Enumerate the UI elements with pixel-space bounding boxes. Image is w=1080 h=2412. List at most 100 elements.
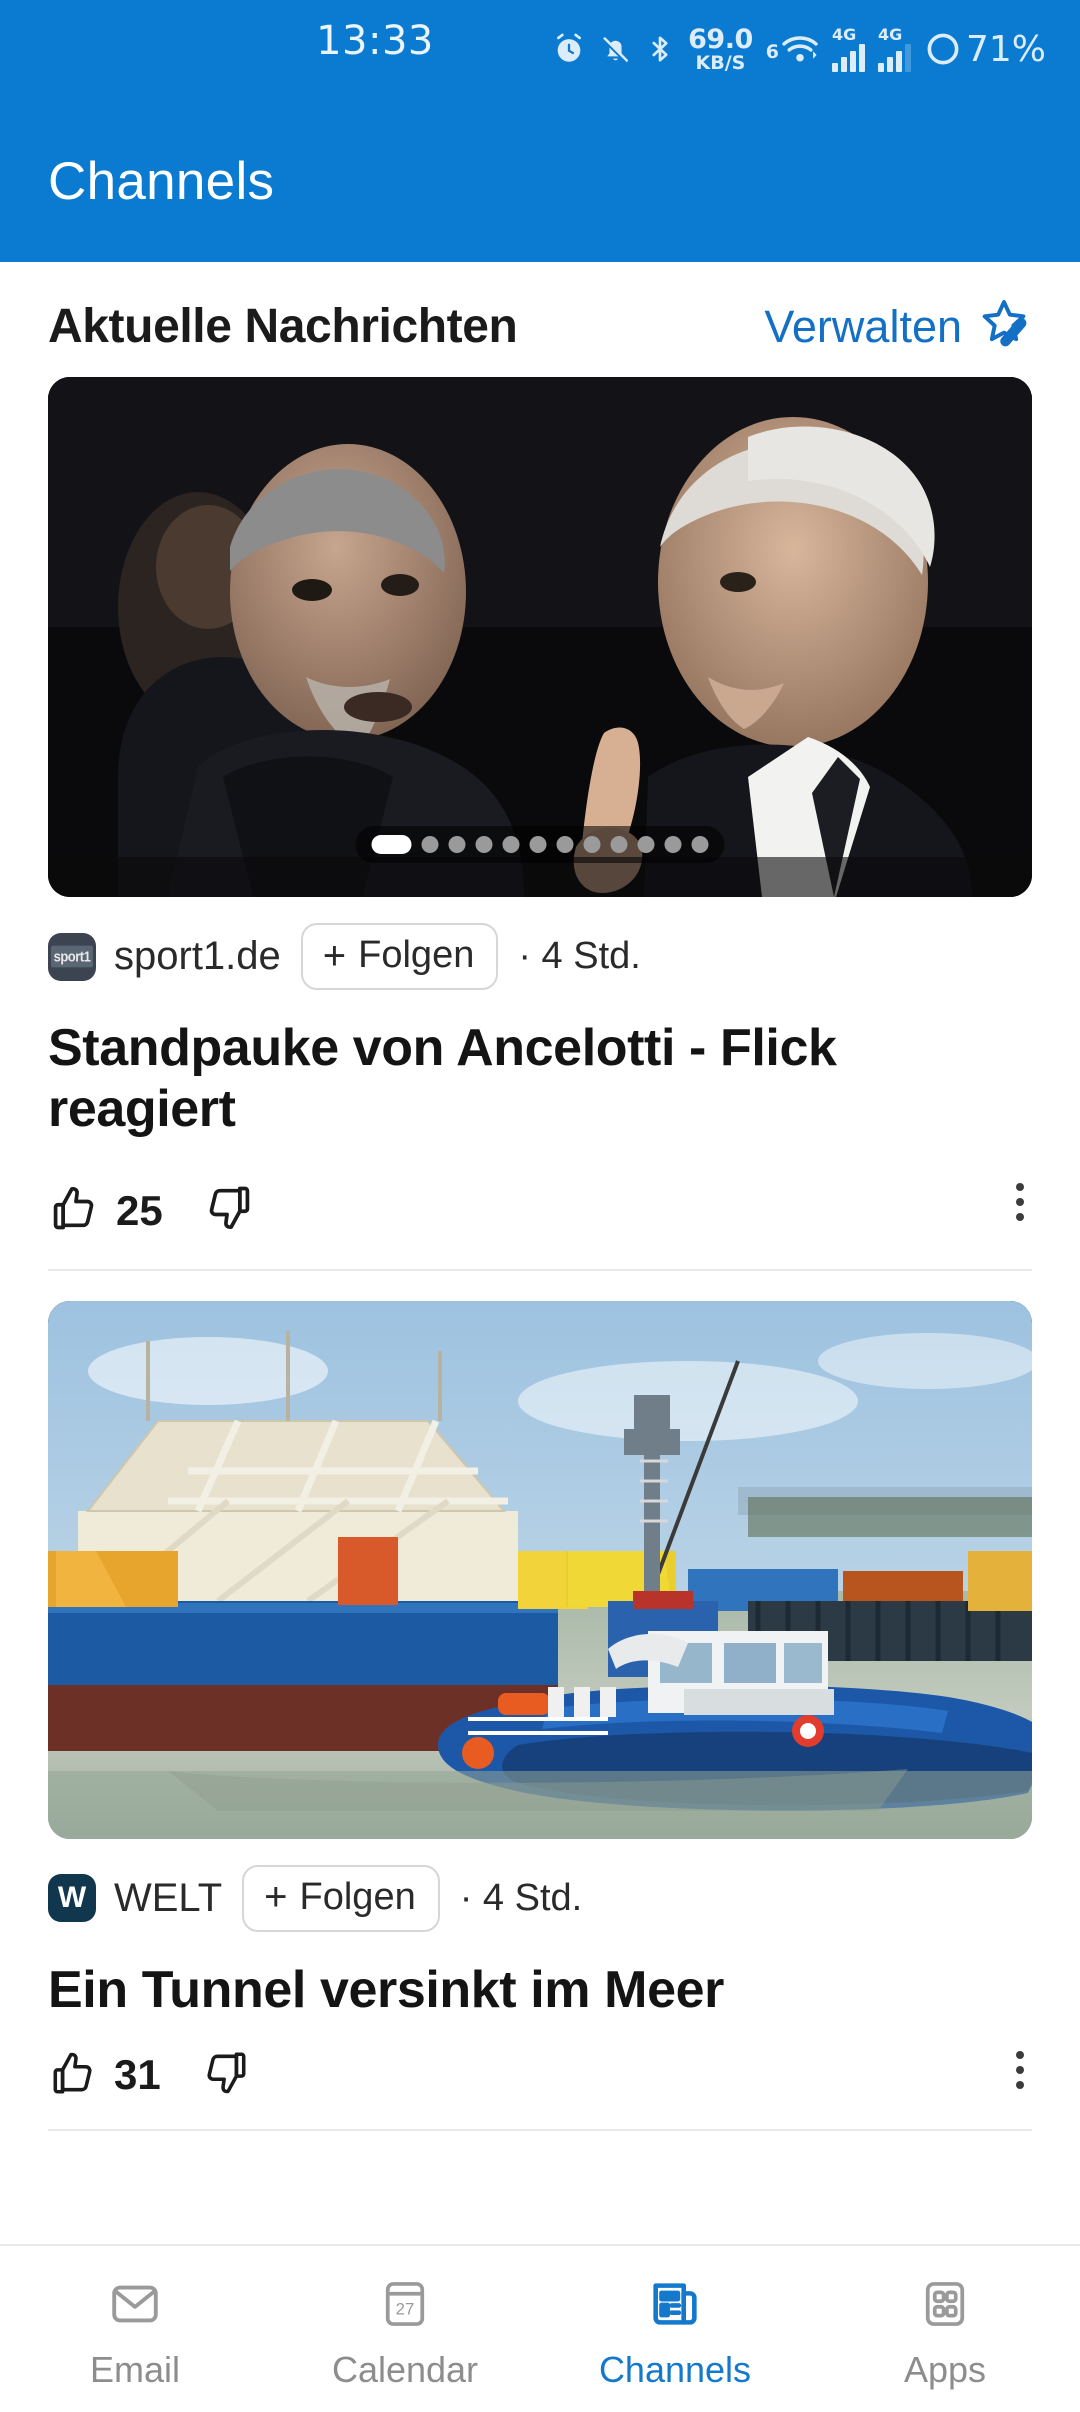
article-age: · 4 Std. bbox=[518, 935, 641, 977]
kebab-dot bbox=[1016, 2066, 1024, 2075]
app-root: 13:33 69.0 KB/S 6 4G 4G 71% Channels Akt… bbox=[0, 0, 1080, 2412]
sim2-network-label: 4G bbox=[877, 24, 903, 44]
thumbs-up-icon bbox=[48, 1182, 100, 1239]
article-menu-button[interactable] bbox=[1016, 1182, 1024, 1221]
carousel-dot[interactable] bbox=[502, 836, 520, 853]
article-meta: sport1 sport1.de + Folgen · 4 Std. bbox=[48, 897, 1032, 990]
follow-label: Folgen bbox=[358, 934, 475, 976]
kebab-dot bbox=[1016, 1182, 1024, 1191]
signal-bars bbox=[877, 43, 911, 72]
source-name: WELT bbox=[114, 1875, 223, 1920]
like-button[interactable]: 25 bbox=[48, 1182, 163, 1239]
carousel-dot[interactable] bbox=[556, 836, 574, 853]
article-actions: 25 bbox=[48, 1141, 1032, 1247]
network-speed-unit: KB/S bbox=[695, 51, 746, 74]
app-header: 13:33 69.0 KB/S 6 4G 4G 71% Channels bbox=[0, 0, 1080, 262]
grid-apps-icon bbox=[917, 2273, 973, 2335]
nav-label-channels: Channels bbox=[598, 2349, 752, 2390]
wifi-icon: 6 bbox=[766, 33, 819, 65]
bluetooth-icon bbox=[645, 32, 675, 66]
source-favicon-text: sport1 bbox=[50, 945, 94, 968]
kebab-dot bbox=[1016, 2081, 1024, 2090]
article-menu-button[interactable] bbox=[1016, 2051, 1024, 2090]
star-edit-icon bbox=[976, 296, 1032, 357]
nav-item-calendar[interactable]: 27 Calendar bbox=[270, 2246, 540, 2412]
sim1-network-label: 4G bbox=[831, 24, 857, 44]
article-age: · 4 Std. bbox=[459, 1876, 583, 1919]
carousel-dot[interactable] bbox=[448, 836, 466, 853]
kebab-dot bbox=[1016, 1197, 1024, 1206]
dislike-button[interactable] bbox=[203, 1182, 255, 1239]
plus-icon: + bbox=[322, 933, 347, 978]
wifi-generation-label: 6 bbox=[765, 41, 779, 63]
carousel-dot[interactable] bbox=[421, 836, 439, 853]
manage-button[interactable]: Verwalten bbox=[764, 296, 1032, 357]
bell-muted-icon bbox=[599, 33, 632, 66]
battery-percent-label: 71% bbox=[965, 28, 1046, 70]
article-image-art bbox=[48, 377, 1032, 897]
page-title: Channels bbox=[48, 151, 275, 211]
like-count: 31 bbox=[114, 2051, 161, 2099]
source-favicon: W bbox=[48, 1874, 96, 1923]
kebab-dot bbox=[1016, 2051, 1024, 2060]
carousel-indicator[interactable] bbox=[355, 826, 725, 863]
nav-label-apps: Apps bbox=[903, 2349, 987, 2390]
battery-icon: 71% bbox=[924, 29, 1046, 70]
svg-text:27: 27 bbox=[396, 2299, 415, 2318]
newspaper-icon bbox=[646, 2273, 704, 2335]
calendar-icon: 27 bbox=[377, 2273, 433, 2335]
article-image[interactable] bbox=[48, 1300, 1032, 1839]
article-headline[interactable]: Standpauke von Ancelotti - Flick reagier… bbox=[48, 990, 988, 1141]
app-bar: Channels bbox=[0, 100, 1080, 262]
article-divider bbox=[48, 2129, 1032, 2132]
signal-icon: 4G bbox=[877, 24, 911, 72]
envelope-icon bbox=[106, 2273, 164, 2335]
carousel-dot[interactable] bbox=[637, 836, 655, 853]
section-title: Aktuelle Nachrichten bbox=[48, 300, 518, 353]
status-bar: 13:33 69.0 KB/S 6 4G 4G 71% bbox=[0, 0, 1080, 100]
bottom-navigation: Email 27 Calendar Channels Apps bbox=[0, 2244, 1080, 2412]
alarm-clock-icon bbox=[552, 32, 586, 66]
nav-item-channels[interactable]: Channels bbox=[540, 2246, 810, 2412]
article-image-art bbox=[48, 1300, 1032, 1839]
like-count: 25 bbox=[116, 1186, 163, 1234]
signal-bars bbox=[831, 43, 865, 72]
kebab-dot bbox=[1016, 1212, 1024, 1221]
carousel-dot[interactable] bbox=[583, 836, 601, 853]
follow-button[interactable]: + Folgen bbox=[242, 1864, 440, 1932]
article-meta: W WELT + Folgen · 4 Std. bbox=[48, 1839, 1032, 1932]
plus-icon: + bbox=[264, 1875, 288, 1920]
carousel-dot[interactable] bbox=[475, 836, 493, 853]
article-image[interactable] bbox=[48, 377, 1032, 897]
nav-label-email: Email bbox=[89, 2349, 181, 2390]
thumbs-down-icon bbox=[201, 2048, 251, 2103]
manage-label: Verwalten bbox=[764, 300, 962, 352]
article-headline[interactable]: Ein Tunnel versinkt im Meer bbox=[48, 1932, 988, 2021]
dislike-button[interactable] bbox=[201, 2048, 251, 2103]
network-speed-indicator: 69.0 KB/S bbox=[688, 26, 753, 73]
source-favicon: sport1 bbox=[48, 932, 96, 981]
follow-label: Folgen bbox=[299, 1875, 416, 1918]
carousel-dot-active[interactable] bbox=[371, 835, 412, 854]
thumbs-down-icon bbox=[203, 1182, 255, 1239]
follow-button[interactable]: + Folgen bbox=[300, 923, 499, 990]
status-bar-icons: 69.0 KB/S 6 4G 4G 71% bbox=[552, 22, 1046, 76]
source-favicon-text: W bbox=[57, 1881, 87, 1915]
article-card[interactable]: sport1 sport1.de + Folgen · 4 Std. Stand… bbox=[0, 377, 1080, 1247]
carousel-dot[interactable] bbox=[691, 836, 709, 853]
carousel-dot[interactable] bbox=[610, 836, 628, 853]
like-button[interactable]: 31 bbox=[48, 2048, 161, 2103]
carousel-dot[interactable] bbox=[664, 836, 682, 853]
signal-icon: 4G bbox=[831, 24, 865, 72]
network-speed-value: 69.0 bbox=[688, 23, 753, 55]
nav-item-apps[interactable]: Apps bbox=[810, 2246, 1080, 2412]
article-actions: 31 bbox=[48, 2021, 1032, 2107]
content-scroll-area[interactable]: Aktuelle Nachrichten Verwalten sport1 sp… bbox=[0, 262, 1080, 2244]
nav-label-calendar: Calendar bbox=[331, 2349, 479, 2390]
source-name: sport1.de bbox=[114, 934, 281, 978]
nav-item-email[interactable]: Email bbox=[0, 2246, 270, 2412]
carousel-dot[interactable] bbox=[529, 836, 547, 853]
article-card[interactable]: W WELT + Folgen · 4 Std. Ein Tunnel vers… bbox=[0, 1271, 1080, 2107]
section-header: Aktuelle Nachrichten Verwalten bbox=[0, 262, 1080, 377]
thumbs-up-icon bbox=[48, 2048, 98, 2103]
